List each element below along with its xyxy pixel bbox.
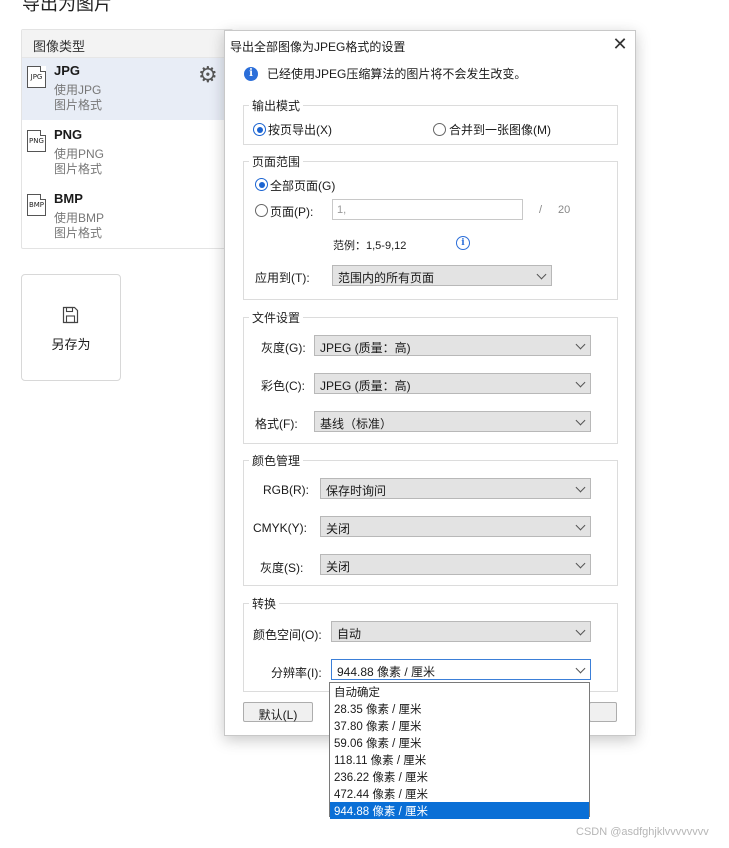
chevron-down-icon xyxy=(575,482,586,493)
dialog-title: 导出全部图像为JPEG格式的设置 xyxy=(230,40,406,54)
dropdown-option[interactable]: 236.22 像素 / 厘米 xyxy=(330,768,589,785)
pages-total: 20 xyxy=(558,204,571,216)
image-type-item-png[interactable]: PNG PNG 使用PNG 图片格式 xyxy=(22,122,232,184)
resolution-label: 分辨率(I): xyxy=(271,666,322,680)
gray-profile-select[interactable]: 关闭 xyxy=(320,554,591,575)
jpg-file-icon: JPG xyxy=(27,66,46,88)
dialog-button[interactable] xyxy=(589,702,617,722)
image-type-name: BMP xyxy=(54,191,83,206)
gray-profile-label: 灰度(S): xyxy=(260,561,304,575)
chevron-down-icon xyxy=(575,339,586,350)
resolution-select[interactable]: 944.88 像素 / 厘米 xyxy=(331,659,591,680)
radio-pages-label[interactable]: 页面(P): xyxy=(270,203,313,220)
gray-compression-label: 灰度(G): xyxy=(261,341,306,355)
pages-input[interactable]: 1, xyxy=(332,199,523,220)
radio-pages[interactable] xyxy=(255,204,268,217)
info-message: 已经使用JPEG压缩算法的图片将不会发生改变。 xyxy=(267,67,527,81)
radio-merge[interactable] xyxy=(433,123,446,136)
page-title: 导出为图片 xyxy=(22,0,112,14)
image-type-header-label: 图像类型 xyxy=(33,39,86,54)
rgb-select[interactable]: 保存时询问 xyxy=(320,478,591,499)
radio-all-pages[interactable] xyxy=(255,178,268,191)
image-type-name: JPG xyxy=(54,63,81,78)
dropdown-option-selected[interactable]: 944.88 像素 / 厘米 xyxy=(330,802,589,819)
chevron-down-icon xyxy=(575,377,586,388)
apply-to-label: 应用到(T): xyxy=(255,271,310,285)
image-type-desc: 图片格式 xyxy=(54,98,103,112)
info-icon[interactable]: i xyxy=(456,236,470,250)
dropdown-option[interactable]: 118.11 像素 / 厘米 xyxy=(330,751,589,768)
radio-all-pages-label[interactable]: 全部页面(G) xyxy=(270,177,335,194)
radio-by-page[interactable] xyxy=(253,123,266,136)
resolution-dropdown-list: 自动确定 28.35 像素 / 厘米 37.80 像素 / 厘米 59.06 像… xyxy=(329,682,590,819)
format-label: 格式(F): xyxy=(255,417,298,431)
image-type-desc: 图片格式 xyxy=(54,226,103,240)
dropdown-option[interactable]: 自动确定 xyxy=(330,683,589,700)
dropdown-option[interactable]: 28.35 像素 / 厘米 xyxy=(330,700,589,717)
color-management-title: 颜色管理 xyxy=(249,452,304,469)
format-select[interactable]: 基线（标准） xyxy=(314,411,591,432)
color-compression-label: 彩色(C): xyxy=(261,379,305,393)
dropdown-option[interactable]: 472.44 像素 / 厘米 xyxy=(330,785,589,802)
cmyk-label: CMYK(Y): xyxy=(253,521,307,535)
close-icon[interactable]: ✕ xyxy=(609,33,631,55)
watermark: CSDN @asdfghjklvvvvvvvv xyxy=(576,826,709,838)
conversion-title: 转换 xyxy=(249,595,280,612)
image-type-item-bmp[interactable]: BMP BMP 使用BMP 图片格式 xyxy=(22,186,232,248)
pages-slash: / xyxy=(539,204,543,216)
info-icon: i xyxy=(244,67,258,81)
chevron-down-icon xyxy=(575,663,586,674)
color-compression-select[interactable]: JPEG (质量：高) xyxy=(314,373,591,394)
output-mode-title: 输出模式 xyxy=(249,97,304,114)
image-type-name: PNG xyxy=(54,127,83,142)
colorspace-label: 颜色空间(O): xyxy=(253,628,322,642)
image-type-header: 图像类型 xyxy=(22,30,232,58)
gray-compression-select[interactable]: JPEG (质量：高) xyxy=(314,335,591,356)
dropdown-option[interactable]: 37.80 像素 / 厘米 xyxy=(330,717,589,734)
image-type-panel: 图像类型 JPG JPG 使用JPG 图片格式 ⚙ PNG PNG 使用PNG … xyxy=(21,29,233,249)
chevron-down-icon xyxy=(536,269,547,280)
save-icon xyxy=(62,306,79,324)
image-type-item-jpg[interactable]: JPG JPG 使用JPG 图片格式 ⚙ xyxy=(22,58,232,120)
export-settings-dialog: 导出全部图像为JPEG格式的设置 ✕ i 已经使用JPEG压缩算法的图片将不会发… xyxy=(224,30,636,736)
default-button[interactable]: 默认(L) xyxy=(243,702,313,722)
chevron-down-icon xyxy=(575,625,586,636)
page-range-title: 页面范围 xyxy=(249,153,304,170)
save-as-button[interactable]: 另存为 xyxy=(21,274,121,381)
gear-icon[interactable]: ⚙ xyxy=(198,64,218,86)
colorspace-select[interactable]: 自动 xyxy=(331,621,591,642)
radio-by-page-label[interactable]: 按页导出(X) xyxy=(268,121,332,138)
radio-merge-label[interactable]: 合并到一张图像(M) xyxy=(449,121,551,138)
dropdown-option[interactable]: 59.06 像素 / 厘米 xyxy=(330,734,589,751)
chevron-down-icon xyxy=(575,415,586,426)
image-type-desc: 图片格式 xyxy=(54,162,103,176)
chevron-down-icon xyxy=(575,558,586,569)
rgb-label: RGB(R): xyxy=(263,483,309,497)
png-file-icon: PNG xyxy=(27,130,46,152)
pages-example: 范例：1,5-9,12 xyxy=(333,240,407,252)
save-as-label: 另存为 xyxy=(51,337,91,352)
bmp-file-icon: BMP xyxy=(27,194,46,216)
file-settings-title: 文件设置 xyxy=(249,309,304,326)
chevron-down-icon xyxy=(575,520,586,531)
cmyk-select[interactable]: 关闭 xyxy=(320,516,591,537)
apply-to-select[interactable]: 范围内的所有页面 xyxy=(332,265,552,286)
